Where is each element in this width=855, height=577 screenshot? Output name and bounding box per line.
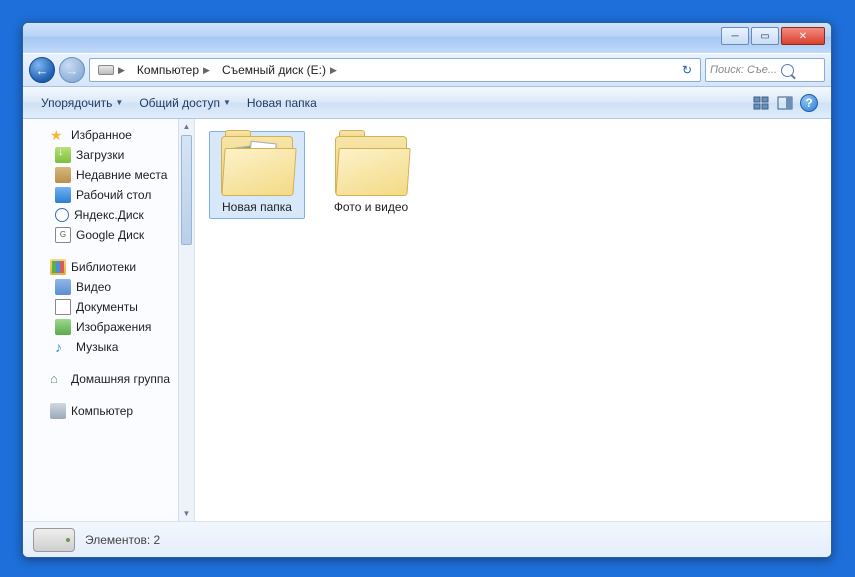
toolbar: Упорядочить▼ Общий доступ▼ Новая папка ?: [23, 87, 831, 119]
folder-label: Новая папка: [214, 200, 300, 214]
close-button[interactable]: ✕: [781, 27, 825, 45]
search-icon: [781, 64, 794, 77]
file-list[interactable]: Новая папка Фото и видео: [195, 119, 831, 521]
download-icon: [55, 147, 71, 163]
scroll-up-icon[interactable]: ▲: [179, 119, 194, 134]
drive-icon: [98, 65, 114, 75]
minimize-button[interactable]: ─: [721, 27, 749, 45]
folder-label: Фото и видео: [328, 200, 414, 214]
view-options-button[interactable]: [751, 93, 771, 113]
scroll-down-icon[interactable]: ▼: [179, 506, 194, 521]
yandex-icon: [55, 208, 69, 222]
folder-item[interactable]: Новая папка: [209, 131, 305, 219]
search-placeholder: Поиск: Съе...: [710, 64, 777, 76]
sidebar-libraries[interactable]: Библиотеки: [27, 257, 194, 277]
sidebar-computer[interactable]: Компьютер: [27, 401, 194, 421]
nav-sidebar: ★Избранное Загрузки Недавние места Рабоч…: [23, 119, 195, 521]
folder-item[interactable]: Фото и видео: [323, 131, 419, 219]
breadcrumb-seg[interactable]: Съемный диск (E:): [222, 63, 326, 77]
library-icon: [50, 259, 66, 275]
computer-icon: [50, 403, 66, 419]
item-count: Элементов: 2: [85, 533, 160, 547]
organize-menu[interactable]: Упорядочить▼: [33, 87, 131, 118]
explorer-window: ─ ▭ ✕ ← → ▶ Компьютер▶ Съемный диск (E:)…: [22, 22, 832, 558]
refresh-button[interactable]: ↻: [676, 63, 698, 77]
help-icon: ?: [800, 94, 818, 112]
sidebar-recent[interactable]: Недавние места: [27, 165, 194, 185]
sidebar-desktop[interactable]: Рабочий стол: [27, 185, 194, 205]
scroll-thumb[interactable]: [181, 135, 192, 245]
sidebar-downloads[interactable]: Загрузки: [27, 145, 194, 165]
new-folder-button[interactable]: Новая папка: [239, 87, 325, 118]
sidebar-documents[interactable]: Документы: [27, 297, 194, 317]
maximize-button[interactable]: ▭: [751, 27, 779, 45]
search-box[interactable]: Поиск: Съе...: [705, 58, 825, 82]
sidebar-homegroup[interactable]: ⌂Домашняя группа: [27, 369, 194, 389]
homegroup-icon: ⌂: [50, 371, 66, 387]
preview-pane-button[interactable]: [775, 93, 795, 113]
help-button[interactable]: ?: [799, 93, 819, 113]
google-drive-icon: G: [55, 227, 71, 243]
back-button[interactable]: ←: [29, 57, 55, 83]
image-icon: [55, 319, 71, 335]
address-bar[interactable]: ▶ Компьютер▶ Съемный диск (E:)▶ ↻: [89, 58, 701, 82]
music-icon: ♪: [55, 339, 71, 355]
share-menu[interactable]: Общий доступ▼: [131, 87, 239, 118]
sidebar-google[interactable]: GGoogle Диск: [27, 225, 194, 245]
sidebar-favorites[interactable]: ★Избранное: [27, 125, 194, 145]
document-icon: [55, 299, 71, 315]
folder-icon: [335, 136, 407, 194]
sidebar-scrollbar[interactable]: ▲ ▼: [178, 119, 194, 521]
status-bar: Элементов: 2: [23, 521, 831, 557]
forward-button[interactable]: →: [59, 57, 85, 83]
sidebar-images[interactable]: Изображения: [27, 317, 194, 337]
star-icon: ★: [50, 127, 66, 143]
recent-icon: [55, 167, 71, 183]
sidebar-video[interactable]: Видео: [27, 277, 194, 297]
drive-status-icon: [33, 528, 75, 552]
video-icon: [55, 279, 71, 295]
sidebar-music[interactable]: ♪Музыка: [27, 337, 194, 357]
titlebar[interactable]: ─ ▭ ✕: [23, 23, 831, 53]
sidebar-yandex[interactable]: Яндекс.Диск: [27, 205, 194, 225]
folder-icon: [221, 136, 293, 194]
nav-bar: ← → ▶ Компьютер▶ Съемный диск (E:)▶ ↻ По…: [23, 53, 831, 87]
desktop-icon: [55, 187, 71, 203]
breadcrumb-seg[interactable]: Компьютер: [137, 63, 199, 77]
